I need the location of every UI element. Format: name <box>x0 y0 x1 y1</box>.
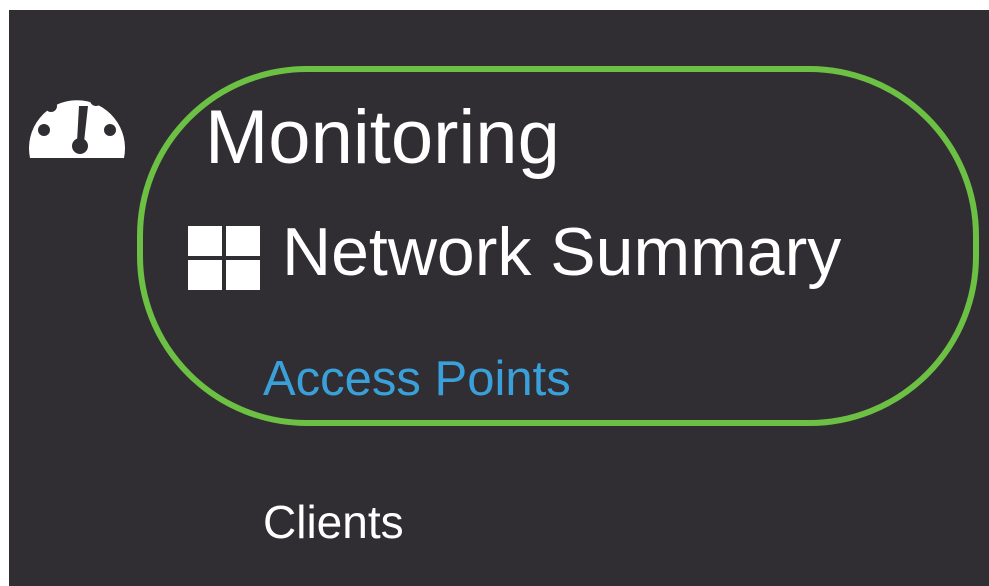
nav-item-clients[interactable]: Clients <box>263 499 404 545</box>
screenshot-canvas: Monitoring Network Summary Access Points… <box>0 0 989 586</box>
nav-item-network-summary[interactable]: Network Summary <box>282 218 841 286</box>
nav-item-access-points[interactable]: Access Points <box>263 355 571 404</box>
dashboard-gauge-icon[interactable] <box>22 72 132 164</box>
nav-section-monitoring[interactable]: Monitoring <box>205 100 560 176</box>
grid-icon <box>186 224 264 292</box>
